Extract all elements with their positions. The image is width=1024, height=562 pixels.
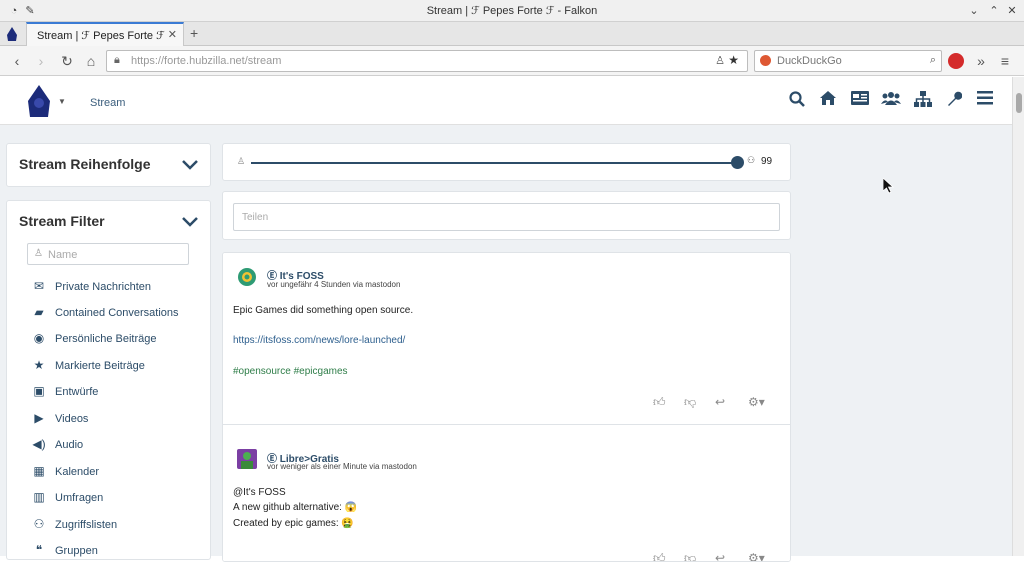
site-favicon-icon — [6, 27, 18, 41]
reply-icon[interactable]: ↩ — [715, 551, 725, 561]
post-text: Created by epic games: 🤮 — [233, 518, 354, 529]
like-icon[interactable]: 👍︎ — [653, 395, 666, 410]
maximize-icon[interactable]: ⌃ — [986, 3, 1002, 19]
calendar-icon: ▦ — [33, 464, 45, 478]
name-filter-input[interactable]: ♙ Name — [27, 243, 189, 265]
dislike-icon[interactable]: 👎︎ — [684, 551, 696, 561]
post-item: Ⓔ Libre>Gratis vor weniger als einer Min… — [223, 437, 790, 561]
gear-menu-icon[interactable]: ⚙▾ — [748, 395, 765, 409]
post-text: Epic Games did something open source. — [233, 305, 414, 316]
share-input[interactable]: Teilen — [233, 203, 780, 231]
browser-menu-icon[interactable]: ≡ — [996, 52, 1014, 70]
user-icon: ♙ — [34, 248, 43, 259]
sitemap-icon[interactable] — [913, 91, 933, 111]
search-icon[interactable] — [787, 91, 807, 111]
new-tab-icon[interactable]: + — [190, 25, 198, 41]
chevron-down-icon[interactable] — [182, 157, 198, 173]
back-icon[interactable]: ‹ — [8, 52, 26, 70]
hamburger-menu-icon[interactable] — [975, 91, 995, 111]
wrench-icon[interactable] — [944, 91, 964, 111]
newspaper-icon[interactable] — [850, 91, 870, 111]
adblock-icon[interactable] — [948, 53, 964, 69]
author-avatar[interactable] — [237, 267, 257, 287]
share-placeholder: Teilen — [242, 212, 269, 223]
gear-menu-icon[interactable]: ⚙▾ — [748, 551, 765, 561]
home-icon[interactable]: ⌂ — [82, 52, 100, 70]
group-icon: ⚇ — [33, 517, 45, 531]
affinity-slider-card: ♙ ⚇ 99 — [222, 143, 791, 181]
stream-posts-card: Ⓔ It's FOSS vor ungefähr 4 Stunden via m… — [222, 252, 791, 562]
affinity-slider-track[interactable] — [251, 162, 737, 164]
tab-label: Stream | ℱ Pepes Forte ℱ — [37, 30, 165, 42]
avatar-dropdown-icon[interactable]: ▼ — [58, 97, 66, 106]
post-meta: vor ungefähr 4 Stunden via mastodon — [267, 280, 401, 289]
scrollbar-thumb[interactable] — [1016, 93, 1022, 113]
stream-order-title: Stream Reihenfolge — [19, 156, 151, 172]
like-icon[interactable]: 👍︎ — [653, 551, 666, 561]
tab-stream[interactable]: Stream | ℱ Pepes Forte ℱ ✕ — [26, 22, 184, 46]
app-header: ▼ Stream — [0, 77, 1012, 125]
star-icon: ★ — [33, 358, 45, 372]
chevron-down-icon[interactable] — [182, 214, 198, 230]
close-window-icon[interactable]: ✕ — [1004, 3, 1020, 19]
channel-avatar[interactable] — [26, 85, 52, 117]
page-scrollbar[interactable] — [1012, 77, 1024, 556]
tab-bar: Stream | ℱ Pepes Forte ℱ ✕ + — [0, 22, 1024, 46]
post-text: A new github alternative: 😱 — [233, 502, 358, 513]
post-meta: vor weniger als einer Minute via mastodo… — [267, 462, 417, 471]
slider-max-label: 99 — [761, 156, 773, 167]
author-avatar[interactable] — [237, 449, 257, 469]
group-icon: ⚇ — [747, 155, 756, 165]
share-card: Teilen — [222, 191, 791, 240]
post-text: @It's FOSS — [233, 487, 286, 498]
bar-chart-icon: ▥ — [33, 490, 45, 504]
user-circle-icon: ◉ — [33, 331, 45, 345]
close-tab-icon[interactable]: ✕ — [168, 28, 177, 41]
stream-filter-card: Stream Filter ♙ Name ✉ Private Nachrichte… — [6, 200, 211, 560]
mouse-cursor-icon — [882, 177, 895, 194]
bookmark-star-icon[interactable]: ★ — [728, 53, 739, 67]
url-text: https://forte.hubzilla.net/stream — [131, 55, 282, 67]
post-item: Ⓔ It's FOSS vor ungefähr 4 Stunden via m… — [223, 253, 790, 425]
web-page: ▼ Stream Stream Reihenfolge Stream Filte… — [0, 77, 1024, 562]
stream-order-card[interactable]: Stream Reihenfolge — [6, 143, 211, 187]
navigation-bar: ‹ › ↻ ⌂ 🔒︎ https://forte.hubzilla.net/st… — [0, 46, 1024, 76]
extensions-overflow-icon[interactable]: » — [972, 52, 990, 70]
briefcase-icon: ▰ — [34, 305, 44, 319]
post-hashtags[interactable]: #opensource #epicgames — [233, 366, 348, 377]
search-box[interactable]: DuckDuckGo ⌕ — [754, 50, 942, 72]
video-icon: ▶ — [34, 411, 44, 425]
duckduckgo-icon — [760, 55, 771, 66]
stream-filter-title: Stream Filter — [19, 213, 105, 229]
post-link[interactable]: https://itsfoss.com/news/lore-launched/ — [233, 335, 405, 346]
comments-icon: ❝ — [35, 543, 43, 557]
dislike-icon[interactable]: 👎︎ — [684, 395, 696, 410]
stream-nav-link[interactable]: Stream — [90, 97, 125, 109]
search-placeholder: DuckDuckGo — [777, 55, 842, 67]
user-icon[interactable]: ♙ — [715, 54, 725, 67]
floppy-icon: ▣ — [33, 384, 45, 398]
affinity-slider-handle[interactable] — [731, 156, 744, 169]
reload-icon[interactable]: ↻ — [58, 52, 76, 70]
url-bar[interactable]: 🔒︎ https://forte.hubzilla.net/stream ♙ ★ — [106, 50, 748, 72]
speaker-icon: ◀) — [32, 437, 46, 451]
forward-icon[interactable]: › — [32, 52, 50, 70]
name-placeholder: Name — [48, 249, 78, 261]
minimize-icon[interactable]: ⌄ — [966, 3, 982, 19]
contacts-group-icon[interactable] — [881, 91, 901, 111]
user-icon: ♙ — [237, 156, 246, 166]
lock-icon: 🔒︎ — [114, 54, 120, 66]
envelope-icon: ✉ — [33, 279, 45, 293]
reply-icon[interactable]: ↩ — [715, 395, 725, 409]
window-title: Stream | ℱ Pepes Forte ℱ - Falkon — [426, 5, 598, 17]
home-icon[interactable] — [818, 91, 838, 111]
search-icon[interactable]: ⌕ — [930, 54, 936, 67]
window-titlebar: ◔ ✎ Stream | ℱ Pepes Forte ℱ - Falkon ⌄ … — [0, 0, 1024, 22]
